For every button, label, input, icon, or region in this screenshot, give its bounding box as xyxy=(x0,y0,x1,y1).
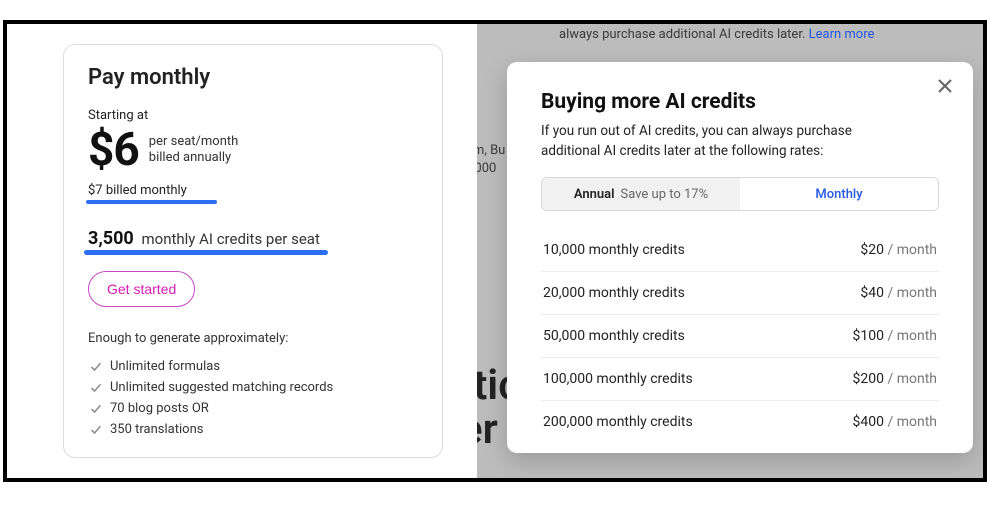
tab-annual[interactable]: Annual Save up to 17% xyxy=(542,178,740,210)
plan-price: $6 xyxy=(88,127,139,173)
bg-top-text: always purchase additional AI credits la… xyxy=(559,26,971,44)
tier-price: $100 / month xyxy=(853,328,938,344)
price-row: $6 per seat/month billed annually xyxy=(88,127,418,173)
tier-label: 50,000 monthly credits xyxy=(543,328,685,344)
check-icon xyxy=(90,424,102,436)
tier-amount: $200 xyxy=(853,371,884,387)
billing-toggle: Annual Save up to 17% Monthly xyxy=(541,177,939,211)
tier-per: / month xyxy=(884,414,937,430)
credits-value: 3,500 xyxy=(88,228,134,249)
bg-big-2: wer xyxy=(477,405,498,454)
credits-modal: Buying more AI credits If you run out of… xyxy=(507,62,973,453)
right-pane: always purchase additional AI credits la… xyxy=(477,24,983,478)
list-item: Unlimited suggested matching records xyxy=(88,377,418,398)
tier-price: $400 / month xyxy=(853,414,938,430)
feature-label: 70 blog posts OR xyxy=(110,401,209,416)
tier-label: 10,000 monthly credits xyxy=(543,242,685,258)
tier-amount: $400 xyxy=(853,414,884,430)
tier-amount: $100 xyxy=(853,328,884,344)
table-row: 200,000 monthly credits $400 / month xyxy=(541,401,939,443)
tier-price: $200 / month xyxy=(853,371,938,387)
credits-label: monthly AI credits per seat xyxy=(141,230,319,248)
alt-price: $7 billed monthly xyxy=(88,183,187,202)
stage: Pay monthly Starting at $6 per seat/mont… xyxy=(3,20,987,482)
close-icon[interactable] xyxy=(937,78,955,96)
tier-label: 20,000 monthly credits xyxy=(543,285,685,301)
check-icon xyxy=(90,361,102,373)
price-sub-line1: per seat/month xyxy=(149,134,239,149)
credits-row: 3,500 monthly AI credits per seat xyxy=(88,228,320,255)
check-icon xyxy=(90,403,102,415)
bg-mid-2: with 1,000 xyxy=(477,161,496,176)
feature-list: Unlimited formulas Unlimited suggested m… xyxy=(88,356,418,440)
tier-label: 100,000 monthly credits xyxy=(543,371,693,387)
check-icon xyxy=(90,382,102,394)
tier-per: / month xyxy=(884,242,937,258)
enough-label: Enough to generate approximately: xyxy=(88,331,418,346)
tab-annual-rest: Save up to 17% xyxy=(621,187,709,202)
feature-label: 350 translations xyxy=(110,422,203,437)
tab-monthly[interactable]: Monthly xyxy=(740,178,938,210)
table-row: 10,000 monthly credits $20 / month xyxy=(541,229,939,272)
tier-label: 200,000 monthly credits xyxy=(543,414,693,430)
tier-price: $20 / month xyxy=(860,242,937,258)
feature-label: Unlimited suggested matching records xyxy=(110,380,333,395)
modal-desc: If you run out of AI credits, you can al… xyxy=(541,122,901,161)
tier-amount: $40 xyxy=(860,285,884,301)
plan-title: Pay monthly xyxy=(88,65,418,90)
tier-price: $40 / month xyxy=(860,285,937,301)
tab-annual-bold: Annual xyxy=(574,187,615,202)
price-sub-line2: billed annually xyxy=(149,150,231,165)
plan-card: Pay monthly Starting at $6 per seat/mont… xyxy=(63,44,443,458)
list-item: 350 translations xyxy=(88,419,418,440)
table-row: 20,000 monthly credits $40 / month xyxy=(541,272,939,315)
tier-list: 10,000 monthly credits $20 / month 20,00… xyxy=(541,229,939,443)
bg-top-line: always purchase additional AI credits la… xyxy=(559,27,805,42)
bg-mid-1: or Team, Bu xyxy=(477,143,505,158)
plan-price-sub: per seat/month billed annually xyxy=(149,134,239,167)
tier-amount: $20 xyxy=(860,242,884,258)
left-pane: Pay monthly Starting at $6 per seat/mont… xyxy=(7,24,477,478)
feature-label: Unlimited formulas xyxy=(110,359,220,374)
tier-per: / month xyxy=(884,285,937,301)
learn-more-link[interactable]: Learn more xyxy=(809,27,875,42)
tier-per: / month xyxy=(884,328,937,344)
tier-per: / month xyxy=(884,371,937,387)
table-row: 50,000 monthly credits $100 / month xyxy=(541,315,939,358)
modal-title: Buying more AI credits xyxy=(541,90,939,114)
table-row: 100,000 monthly credits $200 / month xyxy=(541,358,939,401)
starting-at-label: Starting at xyxy=(88,108,418,123)
list-item: Unlimited formulas xyxy=(88,356,418,377)
bg-mid-text: or Team, Bu with 1,000 xyxy=(477,142,505,178)
list-item: 70 blog posts OR xyxy=(88,398,418,419)
get-started-button[interactable]: Get started xyxy=(88,271,195,307)
